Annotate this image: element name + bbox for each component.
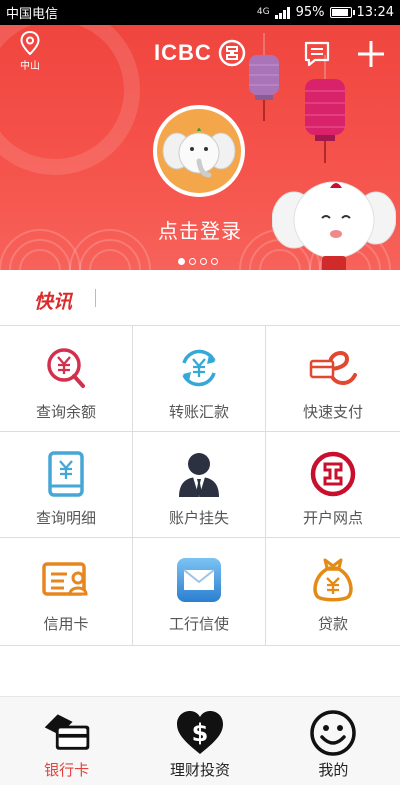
grid-item-label: 快速支付: [302, 403, 363, 421]
battery-icon: [329, 7, 355, 18]
add-icon[interactable]: [356, 39, 386, 69]
grid-item-label: 开户网点: [302, 509, 363, 527]
message-icon[interactable]: [303, 41, 331, 67]
location-pin-icon: [20, 31, 40, 55]
grid-item-label: 查询明细: [35, 509, 96, 527]
status-bar: 中国电信 4G 95% 13:24: [0, 0, 400, 25]
credit-card-icon: [42, 556, 90, 604]
carrier-name: 中国电信: [6, 7, 59, 22]
divider: [95, 289, 96, 307]
lantern-decoration: [305, 55, 345, 163]
carousel-dot[interactable]: [200, 258, 207, 265]
bank-card-icon: [41, 709, 93, 757]
grid-item-label: 账户挂失: [168, 509, 229, 527]
carousel-dot[interactable]: [189, 258, 196, 265]
tab-label: 理财投资: [169, 761, 230, 779]
bottom-tab-bar: 银行卡 $ 理财投资 我的: [0, 696, 400, 785]
icbc-logo-icon: [218, 39, 246, 67]
news-bar[interactable]: 快讯: [0, 270, 400, 325]
tab-bank-card[interactable]: 银行卡: [0, 697, 133, 785]
grid-item-branches[interactable]: 开户网点: [266, 432, 400, 538]
yen-search-icon: [42, 344, 90, 392]
heart-dollar-icon: $: [174, 709, 226, 757]
tab-label: 银行卡: [44, 761, 90, 779]
carousel-indicator[interactable]: [178, 258, 218, 265]
location-button[interactable]: 中山: [14, 31, 46, 72]
elephant-avatar-icon: [162, 128, 236, 178]
avatar[interactable]: [153, 105, 245, 197]
tab-label: 我的: [318, 761, 349, 779]
brand-name: ICBC: [154, 40, 212, 65]
news-label: 快讯: [34, 291, 73, 313]
grid-item-label: 工行信使: [168, 615, 229, 633]
tab-mine[interactable]: 我的: [267, 697, 400, 785]
yen-transfer-icon: [175, 344, 223, 392]
elephant-mascot: [272, 181, 396, 270]
grid-item-label: 贷款: [317, 615, 348, 633]
clock: 13:24: [356, 5, 394, 20]
tab-investment[interactable]: $ 理财投资: [133, 697, 266, 785]
money-bag-icon: [309, 556, 357, 604]
person-tie-icon: [175, 450, 223, 498]
smiley-icon: [307, 709, 359, 757]
battery-percent: 95%: [295, 5, 325, 20]
grid-item-label: 信用卡: [43, 615, 89, 633]
carousel-dot[interactable]: [211, 258, 218, 265]
grid-item-details[interactable]: 查询明细: [0, 432, 133, 538]
grid-item-label: 转账汇款: [168, 403, 229, 421]
grid-item-transfer[interactable]: 转账汇款: [133, 326, 266, 432]
envelope-icon: [175, 556, 223, 604]
network-type: 4G: [256, 7, 270, 17]
lantern-decoration: [249, 33, 279, 121]
banner[interactable]: 中山 ICBC 点击登录: [0, 25, 400, 270]
svg-text:$: $: [192, 719, 209, 747]
grid-item-balance[interactable]: 查询余额: [0, 326, 133, 432]
grid-item-label: 查询余额: [35, 403, 96, 421]
grid-item-messenger[interactable]: 工行信使: [133, 538, 266, 646]
icbc-logo-icon: [309, 450, 357, 498]
grid-item-loan[interactable]: 贷款: [266, 538, 400, 646]
signal-icon: [274, 6, 290, 19]
icbc-brand: ICBC: [154, 39, 246, 67]
e-pay-icon: [309, 344, 357, 392]
carousel-dot[interactable]: [178, 258, 185, 265]
tablet-yen-icon: [42, 450, 90, 498]
grid-item-credit-card[interactable]: 信用卡: [0, 538, 133, 646]
location-city: 中山: [20, 61, 40, 72]
grid-item-quickpay[interactable]: 快速支付: [266, 326, 400, 432]
grid-item-report-loss[interactable]: 账户挂失: [133, 432, 266, 538]
function-grid: 查询余额 转账汇款 快速支付 查询明细 账户挂失 开户网点 信用卡 工行信使 贷…: [0, 325, 400, 646]
